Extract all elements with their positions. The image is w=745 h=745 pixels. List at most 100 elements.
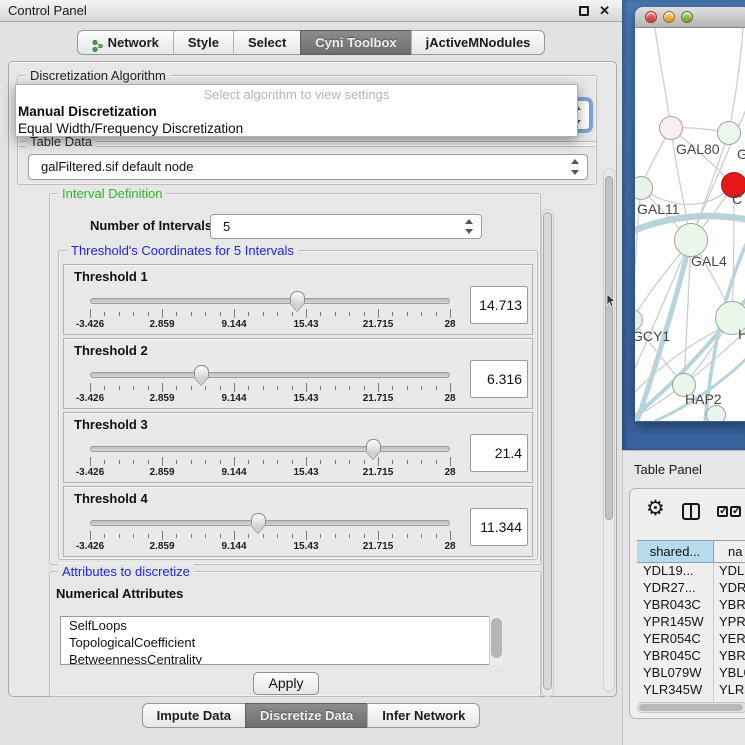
close-icon[interactable]: ✕ <box>599 0 610 22</box>
dropdown-options: Manual Discretization Equal Width/Freque… <box>16 103 577 137</box>
table-row[interactable]: YPR145W YPR1 <box>637 614 745 631</box>
threshold-box: Threshold 3 -3.4262.8599.14415.4321.7152… <box>63 412 533 483</box>
table-row[interactable]: YDL19... YDL1 <box>637 563 745 580</box>
table-horizontal-scrollbar-thumb[interactable] <box>639 704 743 711</box>
dropdown-option-label: Manual Discretization <box>18 104 157 119</box>
network-canvas[interactable]: GAL80 G. C GAL11 GAL4 <box>635 28 745 421</box>
table-cell[interactable]: YDL19... <box>637 563 714 580</box>
mouse-cursor <box>606 294 616 307</box>
bottom-tab[interactable]: Discretize Data <box>245 703 367 728</box>
float-window-icon[interactable] <box>579 6 589 16</box>
table-cell[interactable]: YLR345W <box>637 682 714 699</box>
table-horizontal-scrollbar[interactable] <box>637 702 745 713</box>
table-row[interactable]: YDR27... YDR2 <box>637 580 745 597</box>
tick-label: 9.144 <box>221 467 246 478</box>
threshold-slider-handle[interactable] <box>366 439 381 451</box>
minimize-traffic-light[interactable] <box>663 11 675 23</box>
table-column-header[interactable]: na <box>714 540 745 563</box>
control-panel: Control Panel ✕ N <box>0 0 622 745</box>
network-node[interactable] <box>717 121 741 145</box>
table-cell[interactable]: YPR1 <box>714 614 745 631</box>
table-cell[interactable]: YLR3 <box>714 682 745 699</box>
table-cell[interactable]: YER054C <box>637 631 714 648</box>
threshold-value-field[interactable] <box>470 508 528 546</box>
checkbox-icon[interactable] <box>730 506 741 517</box>
top-tab[interactable]: Network <box>77 30 173 55</box>
top-tab-bar: Network Style <box>0 30 622 55</box>
threshold-slider-handle[interactable] <box>251 513 266 525</box>
table-row[interactable]: YBR045C YBR0 <box>637 648 745 665</box>
table-row[interactable]: YER054C YER0 <box>637 631 745 648</box>
threshold-value-field[interactable] <box>470 360 528 398</box>
top-tab[interactable]: jActiveMNodules <box>411 30 546 55</box>
slider-tick-labels: -3.4262.8599.14415.4321.71528 <box>90 393 450 405</box>
number-of-intervals-combobox[interactable]: 5 <box>210 214 482 239</box>
panel-scrollbar[interactable] <box>603 168 615 692</box>
tick-label: 15.43 <box>293 393 318 404</box>
dropdown-option[interactable]: Manual Discretization <box>16 103 577 120</box>
tick-label: 15.43 <box>293 467 318 478</box>
zoom-traffic-light[interactable] <box>681 11 693 23</box>
threshold-slider-track[interactable] <box>90 446 450 452</box>
network-node[interactable] <box>706 405 726 421</box>
settings-scrollbar-thumb[interactable] <box>543 212 552 690</box>
threshold-slider-track[interactable] <box>90 298 450 304</box>
attributes-list-scrollbar[interactable] <box>489 616 503 665</box>
interval-definition-group: Interval Definition Number of Intervals … <box>49 193 541 565</box>
network-window: GAL80 G. C GAL11 GAL4 <box>635 7 745 422</box>
table-cell[interactable]: YDL1 <box>714 563 745 580</box>
table-row[interactable]: YBR043C YBR0 <box>637 597 745 614</box>
cyni-toolbox-panel: Discretization Algorithm Select algorith… <box>8 61 617 697</box>
threshold-value-field[interactable] <box>470 434 528 472</box>
columns-icon[interactable] <box>682 503 700 520</box>
settings-scrollbar[interactable] <box>541 209 554 697</box>
attributes-list-scrollbar-thumb[interactable] <box>491 618 502 658</box>
network-window-titlebar[interactable] <box>635 7 745 28</box>
table-cell[interactable]: YBR043C <box>637 597 714 614</box>
tick-label: 9.144 <box>221 393 246 404</box>
threshold-slider-handle[interactable] <box>194 365 209 377</box>
threshold-value-field[interactable] <box>470 286 528 324</box>
interval-definition-group-title: Interval Definition <box>58 186 166 201</box>
bottom-tab[interactable]: Impute Data <box>142 703 245 728</box>
dropdown-placeholder-option[interactable]: Select algorithm to view settings <box>16 87 577 103</box>
table-column-header[interactable]: shared... <box>637 540 714 563</box>
table-cell[interactable]: YER0 <box>714 631 745 648</box>
table-row[interactable]: YLR345W YLR3 <box>637 682 745 699</box>
top-tab[interactable]: Select <box>233 30 300 55</box>
dropdown-option[interactable]: Equal Width/Frequency Discretization <box>16 120 577 137</box>
gear-icon[interactable]: ⚙ <box>646 496 665 520</box>
number-of-intervals-label: Number of Intervals <box>90 218 212 233</box>
tick-label: 15.43 <box>293 541 318 552</box>
table-data-combobox[interactable]: galFiltered.sif default node <box>28 154 588 180</box>
network-node-label: G. <box>737 146 745 162</box>
table-cell[interactable]: YDR2 <box>714 580 745 597</box>
network-node[interactable] <box>659 116 683 140</box>
attribute-list-item[interactable]: TopologicalCoefficient <box>61 634 501 651</box>
tick-label: 2.859 <box>149 467 174 478</box>
attribute-list-item[interactable]: BetweennessCentrality <box>61 651 501 665</box>
panel-scrollbar-thumb[interactable] <box>605 176 613 520</box>
close-traffic-light[interactable] <box>645 11 657 23</box>
table-cell[interactable]: YBR045C <box>637 648 714 665</box>
table-row[interactable]: YBL079W YBL0 <box>637 665 745 682</box>
attribute-list-item[interactable]: SelfLoops <box>61 617 501 634</box>
table-cell[interactable]: YPR145W <box>637 614 714 631</box>
table-cell[interactable]: YDR27... <box>637 580 714 597</box>
threshold-slider-track[interactable] <box>90 520 450 526</box>
table-cell[interactable]: YBR0 <box>714 648 745 665</box>
threshold-slider-track[interactable] <box>90 372 450 378</box>
top-tab[interactable]: Style <box>173 30 233 55</box>
tick-label: 15.43 <box>293 319 318 330</box>
network-node-label: GCY1 <box>635 328 670 344</box>
table-cell[interactable]: YBL0 <box>714 665 745 682</box>
panel-title: Control Panel <box>8 0 87 22</box>
table-cell[interactable]: YBL079W <box>637 665 714 682</box>
apply-button[interactable]: Apply <box>253 672 319 695</box>
top-tab[interactable]: Cyni Toolbox <box>300 30 410 55</box>
threshold-slider-handle[interactable] <box>290 291 305 303</box>
checkbox-icon[interactable] <box>717 506 728 517</box>
network-node[interactable] <box>674 223 708 257</box>
bottom-tab[interactable]: Infer Network <box>367 703 480 728</box>
table-cell[interactable]: YBR0 <box>714 597 745 614</box>
